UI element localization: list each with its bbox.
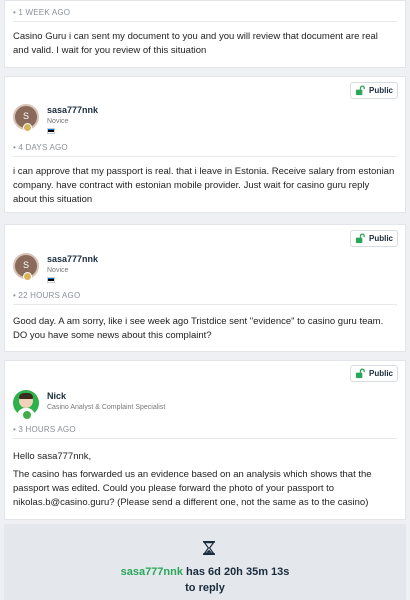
countdown-suffix: to reply	[185, 582, 225, 594]
user-role: Casino Analyst & Complaint Specialist	[47, 404, 166, 411]
estonia-flag-icon	[47, 128, 55, 134]
rank-badge-icon	[23, 123, 32, 132]
avatar[interactable]: S	[13, 253, 39, 281]
public-badge[interactable]: Public	[350, 365, 398, 382]
post-text: Casino Guru i can sent my document to yo…	[13, 31, 378, 56]
reply-countdown-box: sasa777nnk has 6d 20h 35m 13s to reply	[4, 524, 406, 600]
divider	[13, 156, 397, 157]
unlock-icon	[355, 85, 365, 96]
verified-badge-icon	[22, 410, 32, 420]
post-time: • 1 WEEK AGO	[13, 8, 71, 17]
user-info: S sasa777nnk Novice	[13, 104, 98, 134]
username[interactable]: sasa777nnk	[47, 254, 98, 264]
public-label: Public	[368, 369, 393, 378]
user-role: Novice	[47, 118, 69, 125]
post-time: • 3 HOURS AGO	[13, 425, 76, 434]
public-badge[interactable]: Public	[350, 82, 398, 99]
divider	[13, 21, 397, 22]
post-time: • 4 DAYS AGO	[13, 143, 68, 152]
post-text: Good day. A am sorry, like i see week ag…	[13, 316, 384, 341]
username[interactable]: Nick	[47, 391, 165, 401]
estonia-flag-icon	[47, 277, 55, 283]
public-label: Public	[368, 234, 393, 243]
username[interactable]: sasa777nnk	[47, 105, 98, 115]
divider	[13, 438, 397, 439]
post-text: i can approve that my passport is real. …	[13, 166, 395, 205]
countdown-value: has 6d 20h 35m 13s	[186, 566, 290, 578]
unlock-icon	[355, 233, 365, 244]
user-info: Nick Casino Analyst & Complaint Speciali…	[13, 390, 166, 420]
public-label: Public	[368, 86, 393, 95]
post-greeting: Hello sasa777nnk,	[13, 451, 92, 462]
comment-card-3: Public S sasa777nnk Novice • 22 HOURS AG…	[4, 224, 406, 352]
user-info: S sasa777nnk Novice	[13, 253, 98, 283]
countdown-username[interactable]: sasa777nnk	[121, 566, 183, 578]
countdown-text: sasa777nnk has 6d 20h 35m 13s	[4, 566, 406, 578]
post-text: The casino has forwarded us an evidence …	[13, 469, 372, 508]
comment-card-1: • 1 WEEK AGO Casino Guru i can sent my d…	[4, 0, 406, 68]
rank-badge-icon	[23, 272, 32, 281]
user-role: Novice	[47, 267, 69, 274]
comment-card-2: Public S sasa777nnk Novice • 4 DAYS AGO …	[4, 76, 406, 213]
divider	[13, 304, 397, 305]
unlock-icon	[355, 368, 365, 379]
public-badge[interactable]: Public	[350, 230, 398, 247]
comment-card-4: Public Nick Casino Analyst & Complaint S…	[4, 360, 406, 520]
post-time: • 22 HOURS AGO	[13, 291, 81, 300]
hourglass-icon	[203, 541, 215, 555]
avatar[interactable]: S	[13, 104, 39, 132]
